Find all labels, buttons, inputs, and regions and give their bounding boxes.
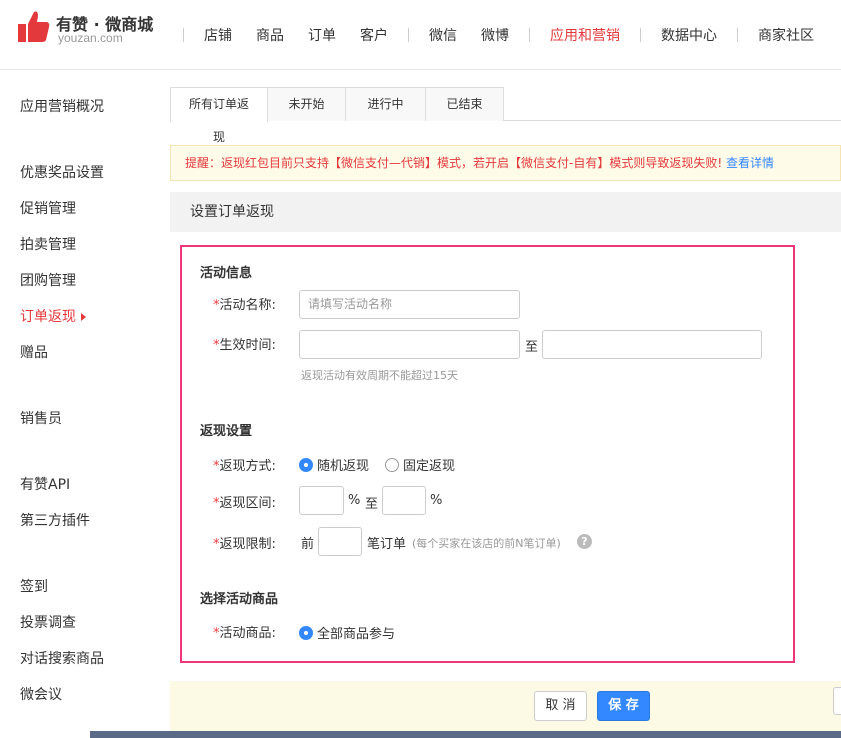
label-text: 生效时间: [219,338,276,353]
sidebar-item-label: 订单返现 [20,309,76,325]
action-bar: 取 消 保 存 [170,681,841,731]
nav-item-apps-marketing[interactable]: 应用和营销 [538,25,632,45]
sidebar-item-micro-meeting[interactable]: 微会议 [20,684,62,704]
tab-in-progress[interactable]: 进行中 [345,87,426,121]
nav-item-data-center[interactable]: 数据中心 [649,25,729,45]
thumbs-up-logo-icon [18,11,50,42]
sidebar-item-coupons[interactable]: 优惠奖品设置 [20,162,104,182]
label-text: 返现区间: [219,496,276,511]
nav-item-store[interactable]: 店铺 [192,25,244,45]
limit-hint: (每个买家在该店的前N笔订单) [412,537,561,550]
nav-item-wechat[interactable]: 微信 [417,25,469,45]
start-time-input[interactable] [299,330,520,359]
main-nav: 店铺 商品 订单 客户 微信 微博 应用和营销 数据中心 商家社区 [175,0,826,70]
nav-divider [408,28,409,42]
select-products-heading: 选择活动商品 [200,592,279,607]
save-button[interactable]: 保 存 [597,691,650,721]
label-text: 返现方式: [219,459,276,474]
cancel-button[interactable]: 取 消 [534,691,587,721]
sidebar-item-overview[interactable]: 应用营销概况 [20,96,104,116]
percent-sign: % [348,493,361,508]
sidebar-item-promotions[interactable]: 促销管理 [20,198,76,218]
section-title: 设置订单返现 [170,192,841,232]
sidebar-item-vote-survey[interactable]: 投票调查 [20,612,76,632]
view-details-link[interactable]: 查看详情 [726,156,774,170]
nav-item-weibo[interactable]: 微博 [469,25,521,45]
nav-divider [737,28,738,42]
radio-selected-icon [299,625,313,640]
nav-divider [529,28,530,42]
sidebar-item-api[interactable]: 有赞API [20,474,70,494]
cashback-limit-label: *返现限制: [213,533,276,552]
label-text: 活动商品: [219,626,276,641]
sidebar: 应用营销概况 优惠奖品设置 促销管理 拍卖管理 团购管理 订单返现 赠品 销售员… [0,70,150,738]
time-range-separator: 至 [525,340,539,355]
radio-unselected-icon [385,457,399,472]
range-separator: 至 [365,497,379,512]
percent-sign: % [430,493,443,508]
label-text: 返现限制: [219,537,276,552]
end-time-input[interactable] [542,330,762,359]
cashback-settings-heading: 返现设置 [200,424,253,439]
help-icon[interactable]: ? [577,534,592,549]
sidebar-item-group-buy[interactable]: 团购管理 [20,270,76,290]
brand-logo[interactable]: 有赞 · 微商城 youzan.com [18,10,158,50]
range-max-input[interactable] [382,486,426,515]
radio-fixed-cashback[interactable]: 固定返现 [385,455,455,474]
sidebar-item-dialog-search[interactable]: 对话搜索商品 [20,648,104,668]
tab-all-cashback[interactable]: 所有订单返现 [170,87,268,144]
tab-not-started[interactable]: 未开始 [267,87,346,121]
label-text: 活动名称: [219,298,276,313]
nav-item-orders[interactable]: 订单 [296,25,348,45]
activity-info-heading: 活动信息 [200,266,253,281]
cashback-range-label: *返现区间: [213,492,276,511]
nav-item-products[interactable]: 商品 [244,25,296,45]
radio-label: 全部商品参与 [317,627,396,642]
limit-prefix: 前 [301,537,315,552]
sidebar-item-salesperson[interactable]: 销售员 [20,408,62,428]
effective-time-label: *生效时间: [213,334,276,353]
order-limit-input[interactable] [318,527,362,556]
notice-text: 提醒：返现红包目前只支持【微信支付—代销】模式，若开启【微信支付-自有】模式则导… [185,156,723,170]
activity-name-label: *活动名称: [213,294,276,313]
os-dock-strip [90,731,841,738]
sidebar-item-gifts[interactable]: 赠品 [20,342,48,362]
radio-all-products[interactable]: 全部商品参与 [299,623,395,642]
caret-right-icon [81,313,86,321]
status-tabs: 所有订单返现 未开始 进行中 已结束 [170,87,841,144]
activity-products-label: *活动商品: [213,622,276,641]
limit-suffix: 笔订单 [367,537,407,552]
nav-item-customers[interactable]: 客户 [348,25,400,45]
brand-domain: youzan.com [58,31,123,45]
tab-ended[interactable]: 已结束 [425,87,504,121]
nav-divider [183,28,184,42]
range-min-input[interactable] [299,486,344,515]
partial-button[interactable] [833,687,841,715]
nav-item-community[interactable]: 商家社区 [746,25,826,45]
cashback-method-label: *返现方式: [213,455,276,474]
nav-divider [640,28,641,42]
sidebar-item-order-cashback[interactable]: 订单返现 [20,306,86,326]
radio-random-cashback[interactable]: 随机返现 [299,455,369,474]
sidebar-item-plugins[interactable]: 第三方插件 [20,510,90,530]
radio-label: 随机返现 [317,459,370,474]
warning-notice: 提醒：返现红包目前只支持【微信支付—代销】模式，若开启【微信支付-自有】模式则导… [170,145,841,181]
radio-selected-icon [299,457,313,472]
sidebar-item-checkin[interactable]: 签到 [20,576,48,596]
sidebar-item-auctions[interactable]: 拍卖管理 [20,234,76,254]
activity-name-input[interactable]: 请填写活动名称 [299,290,520,319]
time-hint: 返现活动有效周期不能超过15天 [301,369,458,382]
top-navigation-bar: 有赞 · 微商城 youzan.com 店铺 商品 订单 客户 微信 微博 应用… [0,0,841,70]
radio-label: 固定返现 [403,459,456,474]
